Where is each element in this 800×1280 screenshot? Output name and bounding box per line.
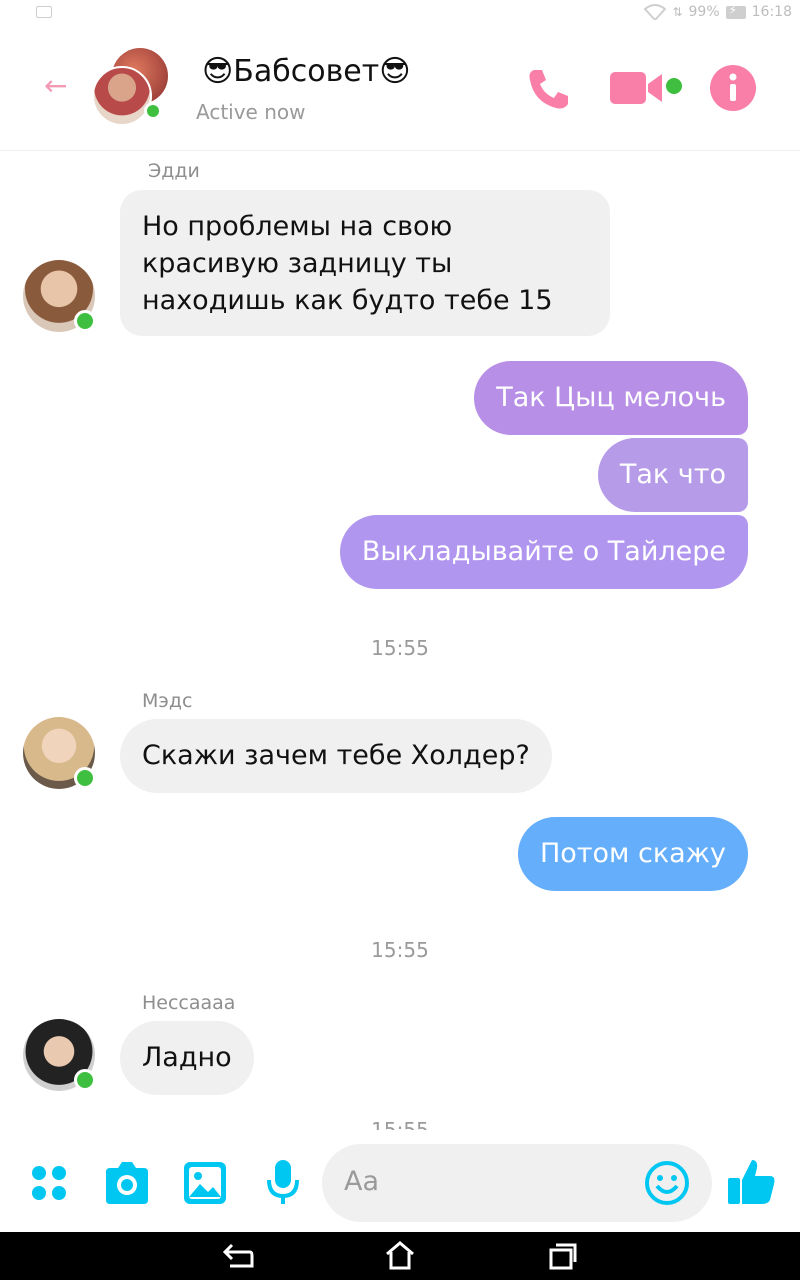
camera-icon[interactable]: [102, 1160, 152, 1206]
status-right: ⇅ 99% 16:18: [644, 3, 792, 20]
system-nav-bar: [0, 1232, 800, 1280]
outgoing-message[interactable]: Выкладывайте о Тайлере: [339, 515, 748, 589]
sender-name: Эдди: [148, 160, 200, 182]
info-icon[interactable]: [709, 64, 757, 112]
message-list[interactable]: Эдди Но проблемы на свою красивую задниц…: [0, 150, 800, 1130]
composer-bar: Aa: [0, 1130, 800, 1230]
sender-name: Нессаааа: [142, 992, 236, 1014]
video-active-indicator: [666, 78, 682, 94]
nav-home-icon[interactable]: [384, 1240, 416, 1270]
online-indicator: [74, 310, 96, 332]
incoming-message[interactable]: Ладно: [120, 1021, 254, 1095]
nav-back-icon[interactable]: [222, 1242, 254, 1270]
outgoing-message[interactable]: Так Цыц мелочь: [474, 361, 748, 435]
gallery-notification-icon: [36, 6, 52, 18]
chat-header: ← 😎Бабсовет😎 Active now: [0, 26, 800, 151]
timestamp: 15:55: [371, 938, 429, 962]
sender-name: Мэдс: [142, 690, 193, 712]
back-arrow-icon[interactable]: ←: [44, 72, 67, 100]
nav-recents-icon[interactable]: [548, 1242, 578, 1270]
message-input[interactable]: Aa: [322, 1144, 712, 1222]
group-avatar[interactable]: [92, 48, 170, 126]
clock: 16:18: [751, 4, 792, 20]
emoji-icon[interactable]: [644, 1160, 690, 1206]
more-actions-icon[interactable]: [30, 1164, 68, 1202]
video-call-icon[interactable]: [608, 66, 668, 110]
phone-call-icon[interactable]: [524, 64, 574, 114]
status-bar: ⇅ 99% 16:18: [0, 0, 800, 26]
timestamp: 15:55: [371, 636, 429, 660]
microphone-icon[interactable]: [264, 1158, 302, 1208]
online-indicator: [74, 1069, 96, 1091]
battery-icon: [725, 3, 746, 19]
gallery-icon[interactable]: [182, 1160, 228, 1206]
battery-percent: 99%: [688, 4, 720, 20]
group-avatar-front: [92, 66, 152, 126]
online-indicator: [74, 767, 96, 789]
chat-title[interactable]: 😎Бабсовет😎: [202, 54, 410, 89]
message-input-placeholder: Aa: [344, 1166, 380, 1197]
timestamp: 15:55: [371, 1118, 429, 1130]
presence-status: Active now: [196, 100, 306, 124]
outgoing-message[interactable]: Потом скажу: [517, 817, 748, 891]
incoming-message[interactable]: Скажи зачем тебе Холдер?: [120, 719, 552, 793]
incoming-message[interactable]: Но проблемы на свою красивую задницу ты …: [120, 190, 610, 336]
like-thumbs-up-icon[interactable]: [726, 1156, 778, 1208]
outgoing-message[interactable]: Так что: [597, 438, 748, 512]
data-icon: ⇅: [672, 5, 683, 19]
wifi-icon: [644, 4, 667, 20]
online-indicator: [144, 102, 162, 120]
